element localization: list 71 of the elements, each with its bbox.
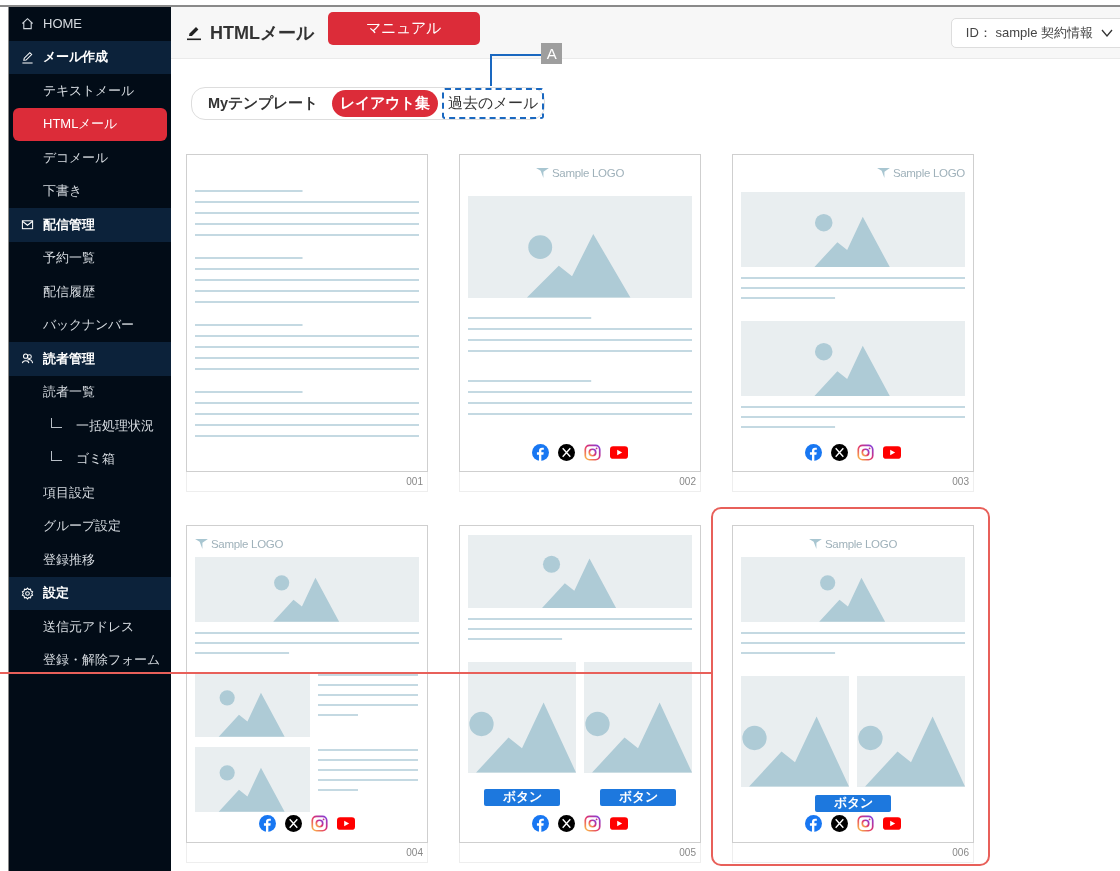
template-number: 001 [406,476,423,487]
logo-text: Sample LOGO [824,538,898,550]
manual-button[interactable]: マニュアル [328,12,480,45]
x-icon [558,444,575,461]
logo-icon [535,167,549,179]
youtube-icon [883,446,901,459]
page-title: HTMLメール [210,21,314,45]
instagram-icon [584,444,601,461]
settings-icon [21,586,34,600]
sidebar-item[interactable]: デコメール [13,141,167,175]
sidebar-item[interactable]: 登録推移 [13,543,167,577]
tab[interactable]: Myテンプレート [200,90,327,117]
sidebar-subitem[interactable]: 一括処理状況 [13,409,167,443]
template-card[interactable]: Sample LOGO ボタン 006 [732,525,974,863]
x-icon [831,815,848,832]
template-number: 004 [406,847,423,858]
pencil-icon [21,50,34,64]
logo-text: Sample LOGO [892,167,965,179]
section-header[interactable]: メール作成 [9,40,171,74]
template-card[interactable]: Sample LOGO 002 [459,154,701,492]
section-header[interactable]: 設定 [9,576,171,610]
sidebar-item[interactable]: 送信元アドレス [13,610,167,644]
youtube-icon [337,817,355,830]
logo-icon [876,167,890,179]
sidebar-item[interactable]: バックナンバー [13,308,167,342]
sidebar-item[interactable]: HTMLメール [13,107,167,141]
tab[interactable]: レイアウト集 [332,90,439,117]
callout-label: A [541,43,563,64]
instagram-icon [311,815,328,832]
template-card[interactable]: Sample LOGO 003 [732,154,974,492]
template-button: ボタン [815,795,891,812]
account-dropdown[interactable]: ID： sample 契約情報 [950,17,1120,48]
sidebar-item[interactable]: 配信履歴 [13,275,167,309]
template-card[interactable]: 001 [186,154,428,492]
x-icon [831,444,848,461]
section-header[interactable]: 配信管理 [9,208,171,242]
youtube-icon [883,817,901,830]
logo-text: Sample LOGO [551,167,625,179]
youtube-icon [610,446,628,459]
sidebar-item[interactable]: 読者一覧 [13,375,167,409]
instagram-icon [857,444,874,461]
mail-icon [21,218,34,232]
template-number: 006 [952,847,969,858]
template-number: 003 [952,476,969,487]
template-button: ボタン [484,789,560,806]
instagram-icon [857,815,874,832]
sidebar-item[interactable]: 項目設定 [13,476,167,510]
logo-text: Sample LOGO [211,538,284,550]
template-number: 002 [679,476,696,487]
tab[interactable]: 過去のメール [442,88,545,119]
sidebar-item[interactable]: 下書き [13,174,167,208]
x-icon [285,815,302,832]
section-header[interactable]: 読者管理 [9,342,171,376]
instagram-icon [584,815,601,832]
sidebar-item[interactable]: グループ設定 [13,509,167,543]
home-icon [21,17,34,31]
sidebar-item[interactable]: テキストメール [13,74,167,108]
logo-icon [195,538,208,550]
sidebar-item[interactable]: 登録・解除フォーム [13,643,167,677]
sidebar-item[interactable]: 予約一覧 [13,241,167,275]
template-button: ボタン [600,789,676,806]
sidebar-item[interactable]: HOME [9,7,171,41]
template-card[interactable]: Sample LOGO 004 [186,525,428,863]
chevron-down-icon [1101,28,1113,37]
template-number: 005 [679,847,696,858]
sidebar-subitem[interactable]: ゴミ箱 [13,442,167,476]
people-icon [21,352,34,366]
logo-icon [808,538,822,550]
template-card[interactable]: ボタン ボタン 005 [459,525,701,863]
x-icon [558,815,575,832]
youtube-icon [610,817,628,830]
